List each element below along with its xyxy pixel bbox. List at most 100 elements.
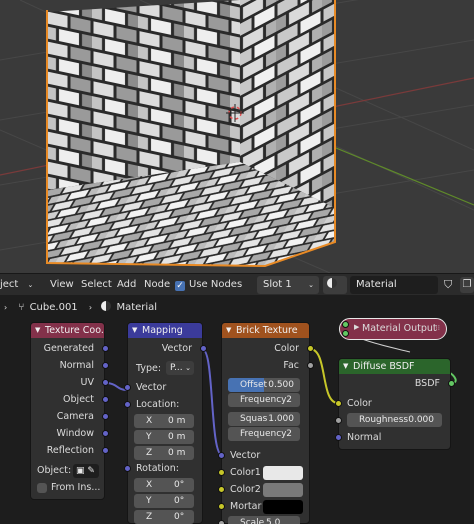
input-vector: Vector bbox=[230, 450, 261, 461]
type-dropdown[interactable]: P... ⌄ bbox=[166, 361, 194, 375]
location-label: Location: bbox=[136, 399, 180, 410]
socket-fac-out[interactable] bbox=[307, 362, 314, 369]
socket-color-in[interactable] bbox=[335, 400, 342, 407]
node-header[interactable]: ▼ Brick Texture bbox=[222, 323, 309, 338]
location-z-field[interactable]: Z 0 m bbox=[134, 446, 194, 460]
from-instancer-checkbox[interactable] bbox=[37, 483, 47, 493]
chevron-down-icon: ⌄ bbox=[308, 281, 314, 289]
socket-scale[interactable] bbox=[218, 520, 225, 524]
socket-vector-in[interactable] bbox=[218, 452, 225, 459]
location-x-field[interactable]: X 0 m bbox=[134, 414, 194, 428]
type-label: Type: bbox=[136, 363, 162, 374]
eyedropper-icon: ✎ bbox=[87, 466, 95, 476]
color1-swatch[interactable] bbox=[263, 466, 303, 480]
socket-vector-out[interactable] bbox=[200, 345, 207, 352]
socket-generated[interactable] bbox=[102, 345, 109, 352]
color2-swatch[interactable] bbox=[263, 483, 303, 497]
object-picker[interactable]: ▣ ✎ bbox=[73, 464, 99, 478]
rotation-z-field[interactable]: Z 0° bbox=[134, 510, 194, 524]
material-name-field[interactable]: Material bbox=[350, 276, 438, 294]
roughness-value: 0.000 bbox=[408, 415, 434, 425]
rotation-y-field[interactable]: Y 0° bbox=[134, 494, 194, 508]
slot-dropdown[interactable]: Slot 1 ⌄ bbox=[257, 276, 319, 294]
scale-value: 5.0 bbox=[266, 518, 281, 524]
material-name: Material bbox=[356, 279, 397, 290]
socket-volume[interactable] bbox=[342, 330, 349, 337]
collapse-arrow-icon[interactable]: ▼ bbox=[343, 359, 348, 374]
socket-color1[interactable] bbox=[218, 469, 225, 476]
input-mortar: Mortar bbox=[230, 501, 262, 512]
node-header[interactable]: ▼ Mapping bbox=[128, 323, 202, 338]
axis-label: Y bbox=[146, 432, 152, 442]
use-nodes-toggle[interactable]: ✓ Use Nodes bbox=[175, 277, 242, 293]
rotation-label: Rotation: bbox=[136, 463, 179, 474]
new-material-icon[interactable]: ❐ bbox=[460, 277, 474, 293]
socket-reflection[interactable] bbox=[102, 447, 109, 454]
3d-viewport[interactable] bbox=[0, 0, 474, 273]
socket-rotation[interactable] bbox=[124, 465, 131, 472]
socket-surface[interactable] bbox=[342, 321, 349, 328]
node-title: Brick Texture bbox=[236, 325, 298, 336]
rotation-x-field[interactable]: X 0° bbox=[134, 478, 194, 492]
location-y-field[interactable]: Y 0 m bbox=[134, 430, 194, 444]
node-title: Texture Coo... bbox=[45, 325, 104, 336]
node-header[interactable]: ▼ Texture Coo... bbox=[31, 323, 104, 338]
frequency-field[interactable]: Frequency 2 bbox=[228, 393, 300, 407]
material-output-node[interactable]: ▶ Material Output ⁞⁞ bbox=[339, 318, 447, 340]
socket-normal[interactable] bbox=[102, 362, 109, 369]
input-color1: Color1 bbox=[230, 467, 261, 478]
socket-color2[interactable] bbox=[218, 486, 225, 493]
object-mode-menu[interactable]: ject ⌄ bbox=[0, 277, 33, 293]
axis-label: X bbox=[146, 416, 153, 426]
collapse-arrow-icon[interactable]: ▼ bbox=[226, 323, 231, 338]
socket-uv[interactable] bbox=[102, 379, 109, 386]
view-menu[interactable]: View bbox=[50, 277, 74, 293]
socket-roughness[interactable] bbox=[335, 417, 342, 424]
socket-color-out[interactable] bbox=[307, 345, 314, 352]
node-editor-canvas[interactable]: › ⑂ Cube.001 › Material ▼ Texture Coo... … bbox=[0, 295, 474, 524]
output-uv: UV bbox=[80, 377, 94, 388]
socket-normal-in[interactable] bbox=[335, 434, 342, 441]
socket-window[interactable] bbox=[102, 430, 109, 437]
chevron-down-icon: ⌄ bbox=[27, 281, 34, 289]
brick-texture-node[interactable]: ▼ Brick Texture Color Fac Offset 0.500 Fre… bbox=[218, 322, 314, 524]
rotation-x-value: 0° bbox=[174, 480, 185, 490]
collapse-arrow-icon[interactable]: ▼ bbox=[132, 323, 137, 338]
location-x-value: 0 m bbox=[168, 416, 186, 426]
socket-mortar[interactable] bbox=[218, 503, 225, 510]
squash-field[interactable]: Squas 1.000 bbox=[228, 412, 300, 426]
offset-field[interactable]: Offset 0.500 bbox=[228, 378, 300, 392]
squash-value: 1.000 bbox=[268, 414, 294, 424]
drag-handle-icon[interactable]: ⁞⁞ bbox=[436, 324, 440, 332]
cube-icon: ▣ bbox=[76, 466, 85, 476]
socket-vector-in[interactable] bbox=[124, 384, 131, 391]
socket-bsdf-out[interactable] bbox=[448, 380, 455, 387]
frequency-value: 2 bbox=[286, 395, 292, 405]
node-menu[interactable]: Node bbox=[144, 277, 170, 293]
socket-camera[interactable] bbox=[102, 413, 109, 420]
node-header[interactable]: ▼ Diffuse BSDF bbox=[339, 359, 450, 374]
diffuse-bsdf-node[interactable]: ▼ Diffuse BSDF BSDF Color Roughness 0.000 … bbox=[335, 358, 455, 450]
mapping-node[interactable]: ▼ Mapping Vector Type: P... ⌄ Vector Locat… bbox=[124, 322, 207, 524]
add-menu[interactable]: Add bbox=[117, 277, 136, 293]
roughness-field[interactable]: Roughness 0.000 bbox=[347, 413, 442, 427]
fake-user-shield-icon[interactable]: ⛉ bbox=[444, 277, 452, 293]
material-browse-button[interactable] bbox=[323, 276, 347, 294]
collapse-arrow-icon[interactable]: ▶ bbox=[354, 323, 359, 331]
socket-location[interactable] bbox=[124, 401, 131, 408]
checkmark-icon: ✓ bbox=[175, 281, 185, 291]
rotation-z-value: 0° bbox=[174, 512, 185, 522]
scale-field[interactable]: Scale 5.0 bbox=[228, 516, 300, 524]
select-menu[interactable]: Select bbox=[81, 277, 112, 293]
output-color: Color bbox=[274, 343, 299, 354]
squash-frequency-label: Frequency bbox=[240, 429, 287, 439]
collapse-arrow-icon[interactable]: ▼ bbox=[35, 323, 40, 338]
input-color2: Color2 bbox=[230, 484, 261, 495]
texture-coordinate-node[interactable]: ▼ Texture Coo... Generated Normal UV Obje… bbox=[30, 322, 109, 500]
mortar-swatch[interactable] bbox=[263, 500, 303, 514]
squash-frequency-field[interactable]: Frequency 2 bbox=[228, 427, 300, 441]
socket-object[interactable] bbox=[102, 396, 109, 403]
offset-label: Offset bbox=[240, 380, 268, 390]
output-fac: Fac bbox=[283, 360, 299, 371]
output-object: Object bbox=[63, 394, 94, 405]
